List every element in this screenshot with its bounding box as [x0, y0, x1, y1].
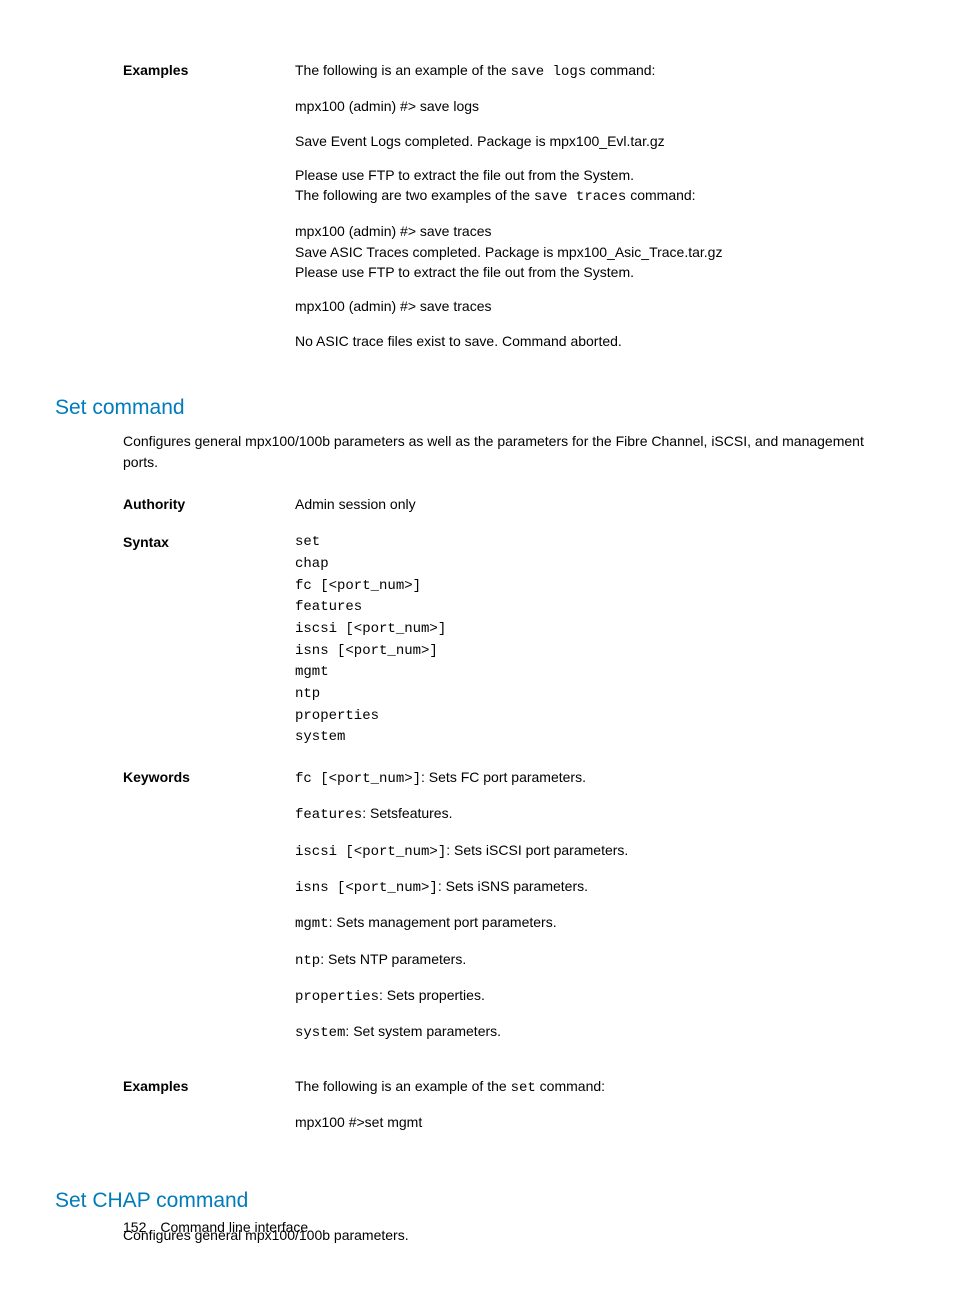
cli-output: Save ASIC Traces completed. Package is m…	[295, 242, 839, 262]
set-examples-row: Examples The following is an example of …	[55, 1076, 899, 1147]
keyword-item: iscsi [<port_num>]: Sets iSCSI port para…	[295, 840, 839, 862]
keyword-item: isns [<port_num>]: Sets iSNS parameters.	[295, 876, 839, 898]
keyword-desc: : Sets NTP parameters.	[320, 951, 466, 967]
cli-output: No ASIC trace files exist to save. Comma…	[295, 331, 839, 351]
keyword-desc: : Setsfeatures.	[362, 805, 452, 821]
authority-label: Authority	[55, 494, 295, 514]
keyword-code: system	[295, 1025, 345, 1041]
cli-line: mpx100 (admin) #> save logs	[295, 96, 839, 116]
keyword-item: fc [<port_num>]: Sets FC port parameters…	[295, 767, 839, 789]
footer-label: Command line interface	[160, 1219, 308, 1235]
keywords-list: fc [<port_num>]: Sets FC port parameters…	[295, 767, 899, 1057]
cli-output: Please use FTP to extract the file out f…	[295, 262, 839, 282]
set-examples-content: The following is an example of the set c…	[295, 1076, 899, 1147]
examples-save-block: Examples The following is an example of …	[55, 60, 899, 365]
set-chap-title: Set CHAP command	[55, 1186, 899, 1216]
keyword-code: features	[295, 807, 362, 823]
set-examples-label: Examples	[55, 1076, 295, 1147]
code-set: set	[511, 1080, 536, 1096]
keyword-item: mgmt: Sets management port parameters.	[295, 912, 839, 934]
keyword-item: properties: Sets properties.	[295, 985, 839, 1007]
authority-value: Admin session only	[295, 494, 899, 514]
set-command-title: Set command	[55, 393, 899, 423]
cli-line: mpx100 #>set mgmt	[295, 1112, 839, 1132]
syntax-row: Syntax set chap fc [<port_num>] features…	[55, 532, 899, 749]
page-footer: 152 Command line interface	[123, 1217, 308, 1237]
keyword-desc: : Sets iSNS parameters.	[438, 878, 588, 894]
keyword-item: system: Set system parameters.	[295, 1021, 839, 1043]
keyword-desc: : Sets iSCSI port parameters.	[446, 842, 628, 858]
keyword-code: isns [<port_num>]	[295, 880, 438, 896]
keyword-code: fc [<port_num>]	[295, 771, 421, 787]
keyword-code: iscsi [<port_num>]	[295, 844, 446, 860]
text: The following is an example of the	[295, 62, 511, 78]
text: command:	[536, 1078, 605, 1094]
keyword-desc: : Set system parameters.	[345, 1023, 501, 1039]
page-number: 152	[123, 1219, 146, 1235]
cli-line: mpx100 (admin) #> save traces	[295, 221, 839, 241]
text: The following is an example of the	[295, 1078, 511, 1094]
set-command-intro: Configures general mpx100/100b parameter…	[123, 431, 899, 472]
text: command:	[626, 187, 695, 203]
syntax-label: Syntax	[55, 532, 295, 749]
keyword-code: ntp	[295, 953, 320, 969]
text: The following are two examples of the	[295, 187, 534, 203]
keywords-row: Keywords fc [<port_num>]: Sets FC port p…	[55, 767, 899, 1057]
cli-line: mpx100 (admin) #> save traces	[295, 296, 839, 316]
keyword-desc: : Sets management port parameters.	[329, 914, 557, 930]
cli-output: Save Event Logs completed. Package is mp…	[295, 131, 839, 151]
page-container: Examples The following is an example of …	[0, 0, 954, 1297]
examples-intro-traces: The following are two examples of the sa…	[295, 185, 839, 207]
set-examples-intro: The following is an example of the set c…	[295, 1076, 839, 1098]
examples-content: The following is an example of the save …	[295, 60, 899, 365]
keyword-desc: : Sets FC port parameters.	[421, 769, 586, 785]
code-save-logs: save logs	[511, 64, 587, 80]
keyword-code: properties	[295, 989, 379, 1005]
text: command:	[586, 62, 655, 78]
keyword-item: features: Setsfeatures.	[295, 803, 839, 825]
cli-output: Please use FTP to extract the file out f…	[295, 165, 839, 185]
keywords-label: Keywords	[55, 767, 295, 1057]
code-save-traces: save traces	[534, 189, 626, 205]
examples-intro-line: The following is an example of the save …	[295, 60, 839, 82]
authority-row: Authority Admin session only	[55, 494, 899, 514]
keyword-item: ntp: Sets NTP parameters.	[295, 949, 839, 971]
keyword-desc: : Sets properties.	[379, 987, 485, 1003]
syntax-block: set chap fc [<port_num>] features iscsi …	[295, 532, 839, 749]
examples-label: Examples	[55, 60, 295, 365]
keyword-code: mgmt	[295, 916, 329, 932]
